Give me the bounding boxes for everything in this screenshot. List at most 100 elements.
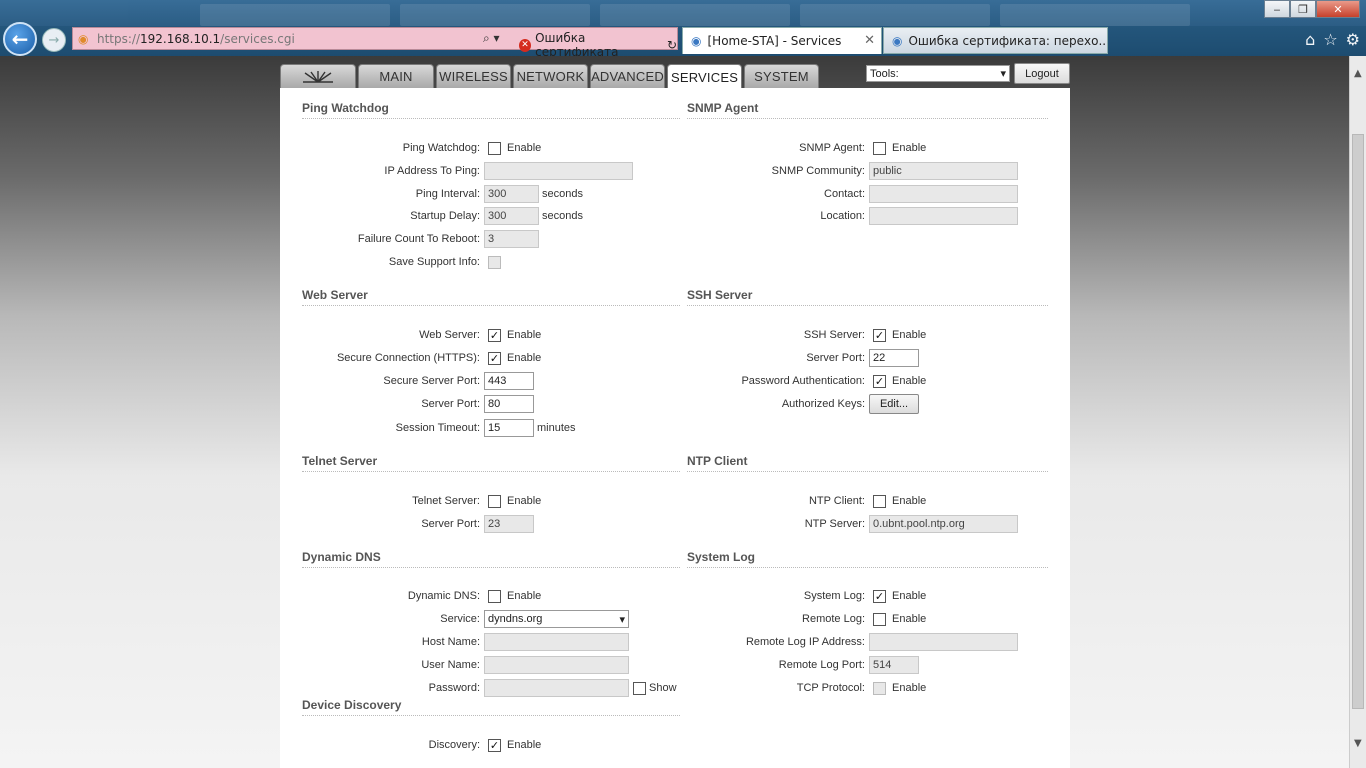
tab-services[interactable]: SERVICES — [667, 64, 742, 89]
window-controls: ‒ ❐ ✕ — [1264, 0, 1360, 18]
ubiquiti-logo-tab[interactable] — [280, 64, 356, 88]
ntp-server-input[interactable]: 0.ubnt.pool.ntp.org — [869, 515, 1018, 533]
section-web-server: Web Server — [302, 288, 680, 306]
ssh-port-input[interactable]: 22 — [869, 349, 919, 367]
feed-icon: ◉ — [78, 32, 89, 46]
ntp-server-label: NTP Server: — [804, 518, 865, 530]
telnet-port-input[interactable]: 23 — [484, 515, 534, 533]
ping-watchdog-label: Ping Watchdog: — [402, 142, 480, 154]
authorized-keys-label: Authorized Keys: — [781, 398, 865, 410]
minutes-label: minutes — [537, 422, 576, 434]
enable-label: Enable — [507, 495, 542, 507]
section-ssh-server: SSH Server — [687, 288, 1048, 306]
discovery-checkbox[interactable]: ✓ — [488, 739, 501, 752]
snmp-contact-input[interactable] — [869, 185, 1018, 203]
scroll-thumb[interactable] — [1352, 134, 1364, 709]
search-icon[interactable]: ⌕ ▾ — [483, 31, 500, 46]
password-auth-checkbox[interactable]: ✓ — [873, 375, 886, 388]
forward-arrow-icon[interactable]: → — [42, 28, 66, 52]
ping-interval-input[interactable]: 300 — [484, 185, 539, 203]
ddns-checkbox[interactable] — [488, 590, 501, 603]
close-tab-icon[interactable]: ✕ — [864, 33, 875, 48]
user-name-input[interactable] — [484, 656, 629, 674]
minimize-icon[interactable]: ‒ — [1264, 0, 1290, 18]
session-timeout-label: Session Timeout: — [395, 422, 480, 434]
remote-log-port-input[interactable]: 514 — [869, 656, 919, 674]
section-system-log: System Log — [687, 550, 1048, 568]
web-port-input[interactable]: 80 — [484, 395, 534, 413]
section-ping-watchdog: Ping Watchdog — [302, 101, 680, 119]
scroll-down-icon[interactable]: ▼ — [1354, 738, 1362, 749]
url-protocol: https:// — [97, 31, 141, 46]
snmp-agent-checkbox[interactable] — [873, 142, 886, 155]
enable-label: Enable — [892, 142, 927, 154]
tab-home-sta-services[interactable]: ◉ [Home-STA] - Services ✕ — [682, 27, 882, 54]
back-arrow-icon[interactable]: ← — [3, 22, 37, 56]
enable-label: Enable — [892, 613, 927, 625]
ssh-server-checkbox[interactable]: ✓ — [873, 329, 886, 342]
enable-label: Enable — [507, 329, 542, 341]
remote-log-ip-input[interactable] — [869, 633, 1018, 651]
browser-chrome: ‒ ❐ ✕ ← → ◉ https:// 192.168.10.1 /servi… — [0, 0, 1366, 59]
ntp-client-checkbox[interactable] — [873, 495, 886, 508]
home-icon[interactable]: ⌂ — [1305, 30, 1315, 49]
services-panel: Ping Watchdog Ping Watchdog: Enable IP A… — [280, 88, 1070, 768]
edit-keys-button[interactable]: Edit... — [869, 394, 919, 414]
password-label: Password: — [428, 682, 480, 694]
maximize-icon[interactable]: ❐ — [1290, 0, 1316, 18]
background-tab — [1000, 4, 1190, 26]
logout-button[interactable]: Logout — [1014, 63, 1070, 84]
scroll-up-icon[interactable]: ▲ — [1354, 68, 1362, 79]
background-tab — [800, 4, 990, 26]
close-window-icon[interactable]: ✕ — [1316, 0, 1360, 18]
gear-icon[interactable]: ⚙ — [1346, 30, 1360, 49]
ping-watchdog-checkbox[interactable] — [488, 142, 501, 155]
seconds-label: seconds — [542, 188, 583, 200]
system-log-label: System Log: — [803, 590, 865, 602]
session-timeout-input[interactable]: 15 — [484, 419, 534, 437]
snmp-contact-label: Contact: — [824, 188, 865, 200]
system-log-checkbox[interactable]: ✓ — [873, 590, 886, 603]
section-ntp-client: NTP Client — [687, 454, 1048, 472]
failure-count-label: Failure Count To Reboot: — [357, 233, 480, 245]
remote-log-port-label: Remote Log Port: — [778, 659, 865, 671]
enable-label: Enable — [892, 375, 927, 387]
telnet-server-label: Telnet Server: — [412, 495, 480, 507]
show-password-checkbox[interactable] — [633, 682, 646, 695]
ddns-service-select[interactable]: dyndns.org ▾ — [484, 610, 629, 628]
secure-port-input[interactable]: 443 — [484, 372, 534, 390]
password-input[interactable] — [484, 679, 629, 697]
discovery-label: Discovery: — [428, 739, 480, 751]
web-server-checkbox[interactable]: ✓ — [488, 329, 501, 342]
vertical-scrollbar[interactable]: ▲ ▼ — [1349, 56, 1366, 768]
tab-certificate-error[interactable]: ◉ Ошибка сертификата: перехо... — [883, 27, 1108, 54]
tab-network[interactable]: NETWORK — [513, 64, 588, 88]
remote-log-checkbox[interactable] — [873, 613, 886, 626]
section-device-discovery: Device Discovery — [302, 698, 680, 716]
tab-advanced[interactable]: ADVANCED — [590, 64, 665, 88]
save-support-info-label: Save Support Info: — [388, 256, 480, 268]
snmp-location-input[interactable] — [869, 207, 1018, 225]
browser-toolbar-icons: ⌂ ☆ ⚙ — [1305, 30, 1360, 49]
tab-system[interactable]: SYSTEM — [744, 64, 819, 88]
tab-wireless[interactable]: WIRELESS — [436, 64, 511, 88]
certificate-error[interactable]: ✕ Ошибка сертификата ↻ — [519, 31, 677, 59]
failure-count-input[interactable]: 3 — [484, 230, 539, 248]
tools-select[interactable]: Tools: ▾ — [866, 65, 1010, 82]
star-icon[interactable]: ☆ — [1323, 30, 1337, 49]
ddns-service-label: Service: — [440, 613, 480, 625]
save-support-info-checkbox[interactable] — [488, 256, 501, 269]
enable-label: Enable — [892, 682, 927, 694]
snmp-community-input[interactable]: public — [869, 162, 1018, 180]
https-checkbox[interactable]: ✓ — [488, 352, 501, 365]
ping-ip-input[interactable] — [484, 162, 633, 180]
feed-icon: ◉ — [892, 33, 903, 48]
address-bar[interactable]: ◉ https:// 192.168.10.1 /services.cgi ⌕ … — [72, 27, 678, 59]
tab-main[interactable]: MAIN — [358, 64, 434, 88]
refresh-icon[interactable]: ↻ — [667, 38, 677, 52]
startup-delay-input[interactable]: 300 — [484, 207, 539, 225]
tcp-protocol-checkbox[interactable] — [873, 682, 886, 695]
host-name-input[interactable] — [484, 633, 629, 651]
enable-label: Enable — [507, 142, 542, 154]
telnet-server-checkbox[interactable] — [488, 495, 501, 508]
